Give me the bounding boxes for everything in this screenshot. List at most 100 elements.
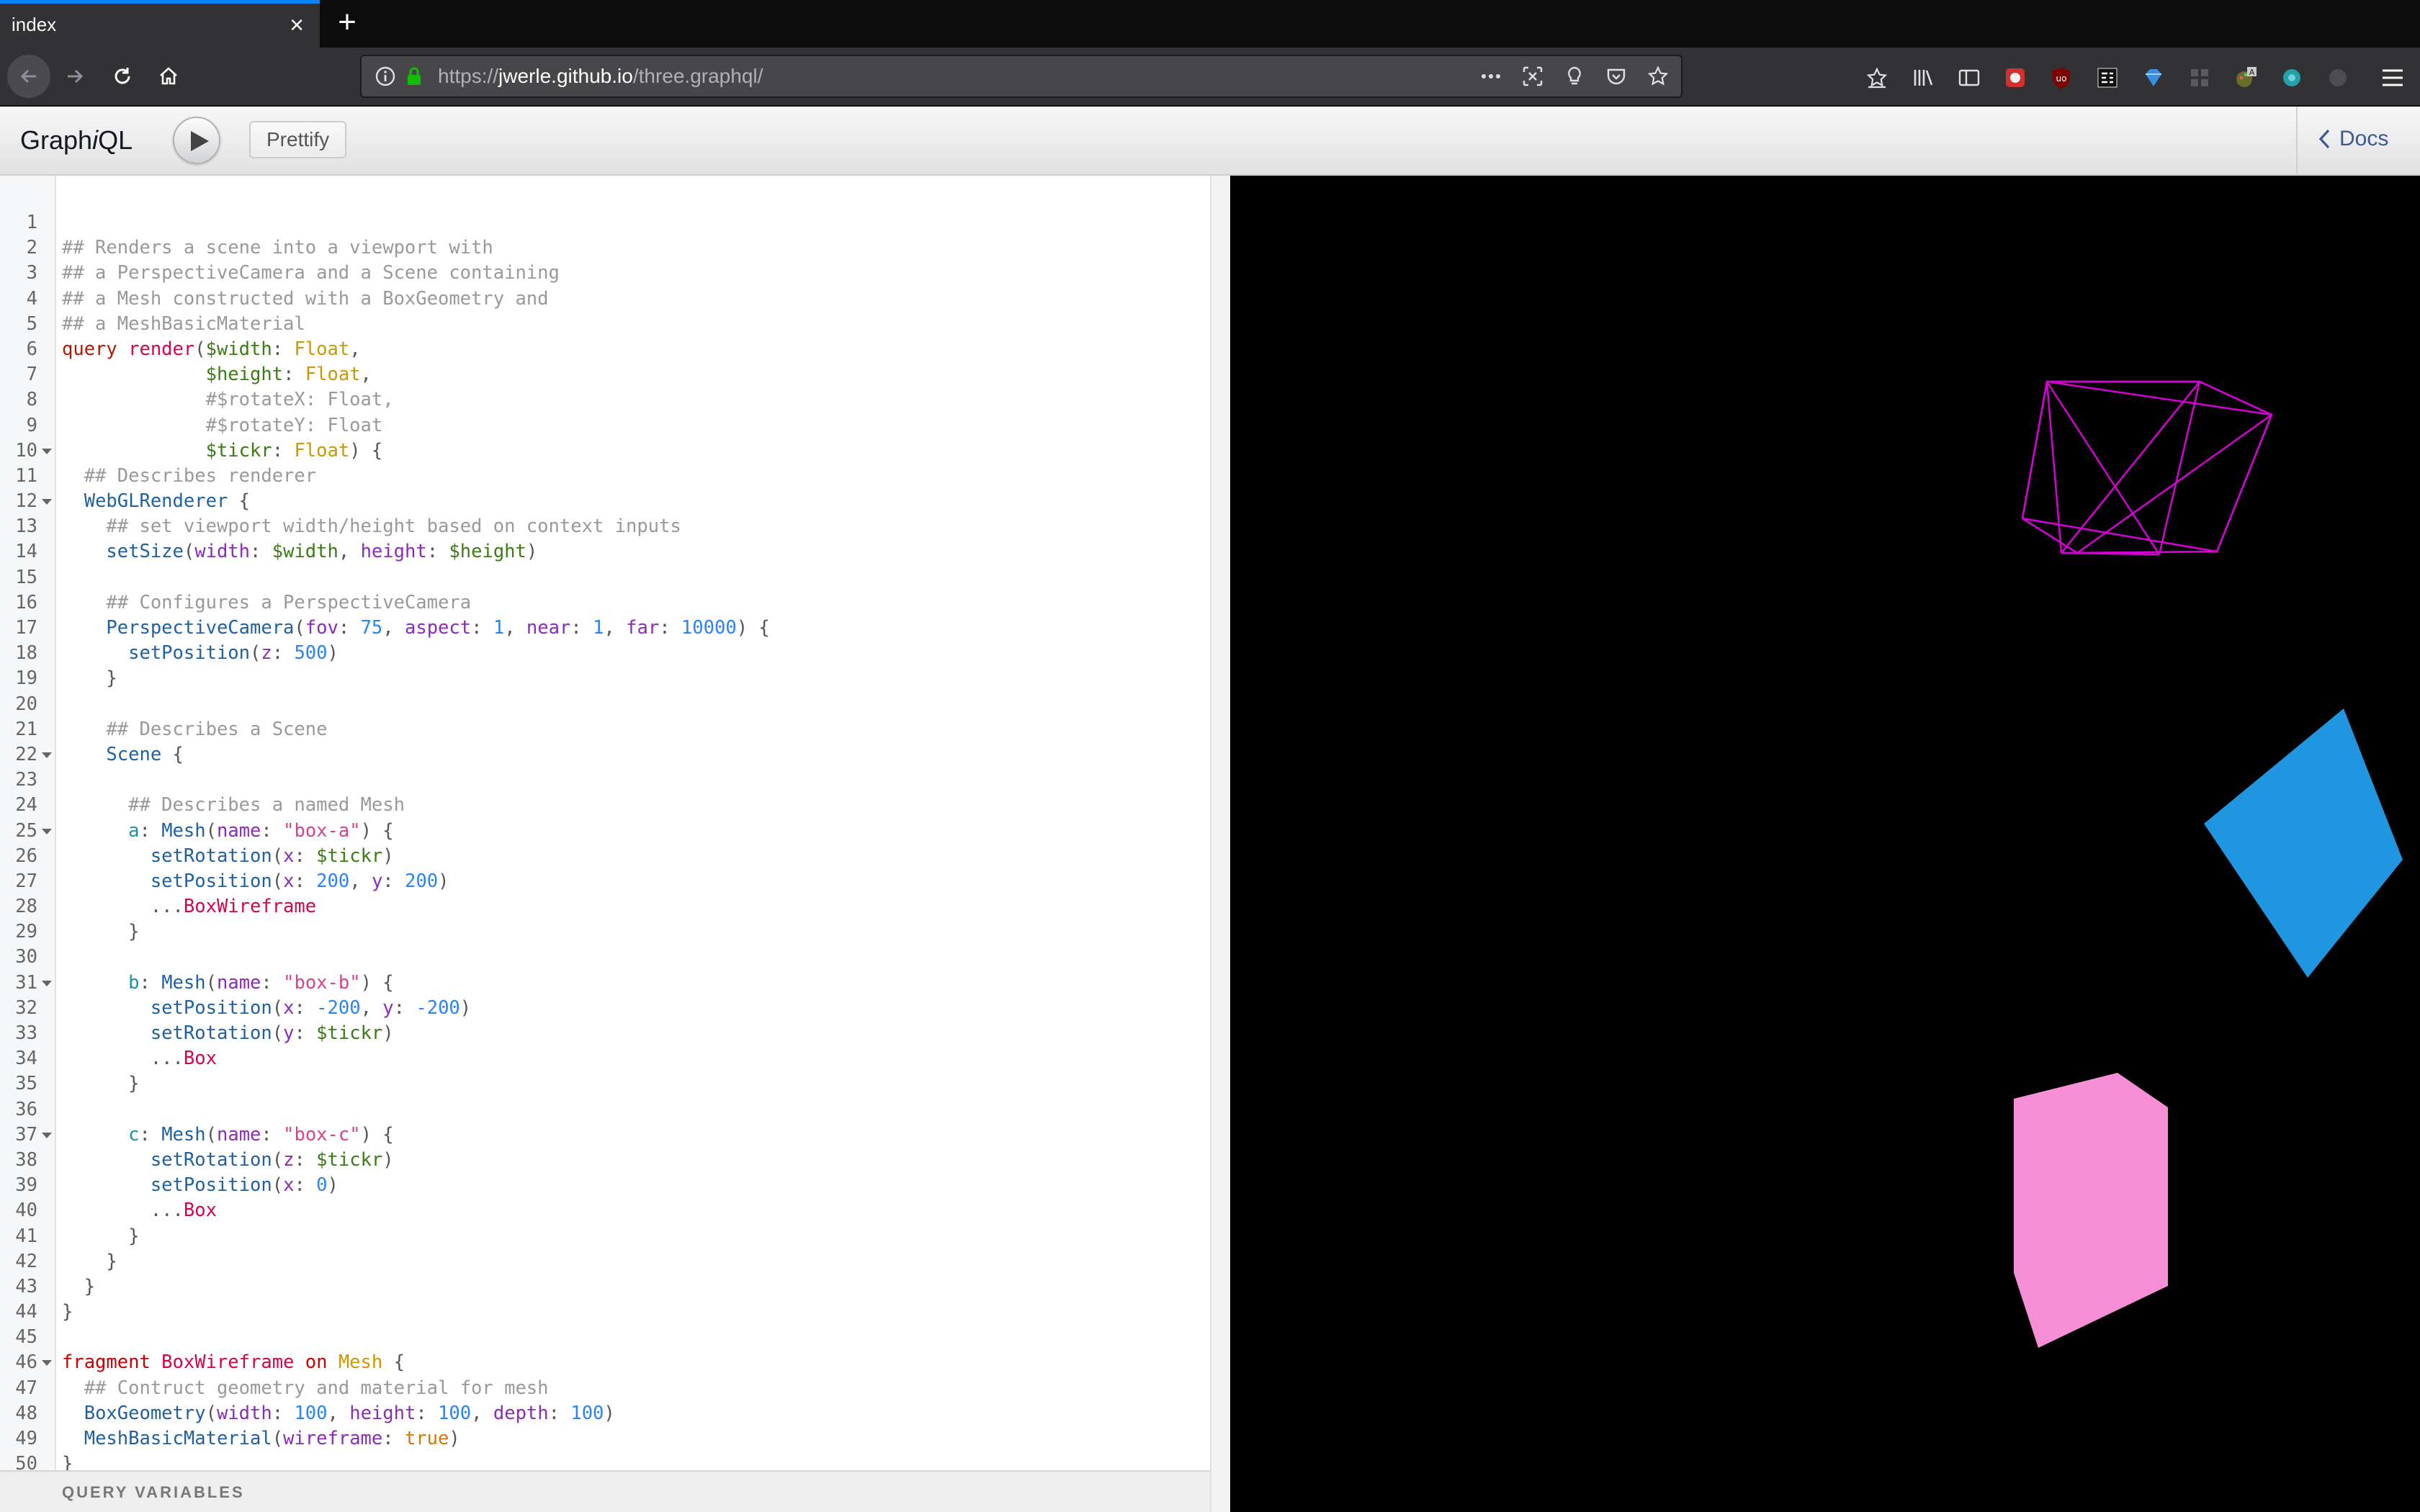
fold-arrow-icon[interactable] <box>42 828 52 834</box>
code-token-punct: : <box>261 1123 284 1146</box>
code-text: setRotation(x: $tickr) <box>62 844 394 869</box>
close-tab-icon[interactable]: × <box>282 11 311 40</box>
code-token-punct: , <box>504 617 526 639</box>
code-token-punct: ) <box>449 1428 460 1449</box>
code-token-string: "box-b" <box>283 971 361 994</box>
ublock-icon[interactable]: uo <box>2045 62 2077 94</box>
code-token-property: setPosition <box>128 642 251 665</box>
code-token-attr: near <box>526 617 571 639</box>
code-text: ## Contruct geometry and material for me… <box>62 1376 549 1401</box>
browser-tab[interactable]: index × <box>0 0 320 48</box>
code-token-var: $tickr <box>316 845 383 867</box>
teal-circle-icon[interactable] <box>2276 62 2308 94</box>
code-token-attr: y <box>382 996 394 1019</box>
url-text[interactable]: https://jwerle.github.io/three.graphql/ <box>438 65 763 88</box>
docs-label: Docs <box>2339 127 2389 150</box>
code-token-comment: ## a PerspectiveCamera and a Scene conta… <box>62 262 560 284</box>
prettify-button[interactable]: Prettify <box>249 121 347 158</box>
code-token-attr: name <box>216 1123 261 1146</box>
line-number: 28 <box>15 896 37 918</box>
bookmarks-menu-icon[interactable] <box>1861 62 1893 94</box>
home-button[interactable] <box>150 58 187 95</box>
code-token-punct: , <box>360 364 372 386</box>
code-token-attr: width <box>194 541 251 563</box>
code-token-punct: : <box>471 617 493 639</box>
lightbulb-icon[interactable] <box>1561 63 1587 89</box>
line-number: 10 <box>15 439 37 462</box>
line-number: 26 <box>15 845 37 867</box>
grid-extension-icon[interactable] <box>2184 62 2215 94</box>
code-token-attr: aspect <box>405 617 472 639</box>
new-tab-icon[interactable]: + <box>330 6 364 40</box>
query-variables-bar[interactable]: QUERY VARIABLES <box>0 1470 1210 1512</box>
line-number: 14 <box>15 541 37 563</box>
fold-arrow-icon[interactable] <box>42 499 52 505</box>
hamburger-menu-icon[interactable] <box>2378 63 2407 92</box>
diamond-extension-icon[interactable] <box>2138 62 2169 94</box>
query-editor[interactable]: 1 2 ## Renders a scene into a viewport wit… <box>0 176 1210 1475</box>
code-token-punct: : <box>261 819 284 842</box>
code-token-attr: x <box>283 1174 295 1197</box>
fold-arrow-icon[interactable] <box>42 1360 52 1367</box>
editor-result-splitter[interactable] <box>1210 176 1230 1512</box>
pocket-icon[interactable] <box>1603 63 1629 89</box>
code-token-number: 1 <box>493 617 505 639</box>
fold-arrow-icon[interactable] <box>42 980 52 986</box>
bookmark-star-icon[interactable] <box>1645 63 1671 89</box>
fold-arrow-icon[interactable] <box>42 1132 52 1138</box>
code-token-property: Mesh <box>161 1123 206 1146</box>
code-token-property: Mesh <box>161 819 206 842</box>
line-number: 48 <box>15 1402 37 1424</box>
code-text: ## set viewport width/height based on co… <box>62 514 681 539</box>
disabled-extension-icon[interactable] <box>2322 62 2354 94</box>
code-text: #$rotateX: Float, <box>62 387 394 413</box>
screenshot-icon[interactable] <box>1520 63 1546 89</box>
code-token-attr: z <box>283 1148 295 1171</box>
execute-query-button[interactable] <box>173 117 220 164</box>
code-token-attr: width <box>216 1402 272 1424</box>
code-token-punct: ( <box>272 1428 284 1449</box>
back-button[interactable] <box>7 55 50 98</box>
library-icon[interactable] <box>1907 62 1939 94</box>
line-number: 24 <box>15 794 37 816</box>
fold-arrow-icon[interactable] <box>42 752 52 758</box>
code-token-punct: ( <box>250 642 261 665</box>
code-token-comment: #$rotateX: Float, <box>205 389 394 411</box>
line-number: 7 <box>26 364 37 386</box>
palette-extension-icon[interactable]: A <box>2230 62 2262 94</box>
line-number: 8 <box>26 389 37 411</box>
code-token-def: BoxWireframe <box>161 1351 295 1374</box>
forward-button[interactable] <box>56 58 94 95</box>
reader-extension-icon[interactable] <box>2092 62 2123 94</box>
address-bar[interactable]: https://jwerle.github.io/three.graphql/ <box>360 55 1682 98</box>
fold-arrow-icon[interactable] <box>42 448 52 454</box>
code-token-punct: : <box>261 971 284 994</box>
code-token-property: Mesh <box>161 971 206 994</box>
page-actions-icon[interactable] <box>1478 63 1504 89</box>
extension-red-icon[interactable] <box>1999 62 2031 94</box>
lock-icon[interactable] <box>403 66 425 87</box>
docs-button[interactable]: Docs <box>2318 127 2388 151</box>
line-number: 4 <box>26 287 37 310</box>
line-number: 46 <box>15 1351 37 1374</box>
sidebar-icon[interactable] <box>1953 62 1985 94</box>
code-token-punct: } <box>128 921 140 943</box>
code-text: setRotation(z: $tickr) <box>62 1148 394 1173</box>
code-text: MeshBasicMaterial(wireframe: true) <box>62 1426 460 1452</box>
code-token-string: "box-c" <box>283 1123 361 1146</box>
reload-button[interactable] <box>104 58 141 95</box>
code-token-var: $width <box>272 541 339 563</box>
code-token-attr: height <box>349 1402 416 1424</box>
info-icon[interactable] <box>375 66 396 87</box>
code-text: ## Configures a PerspectiveCamera <box>62 590 471 616</box>
